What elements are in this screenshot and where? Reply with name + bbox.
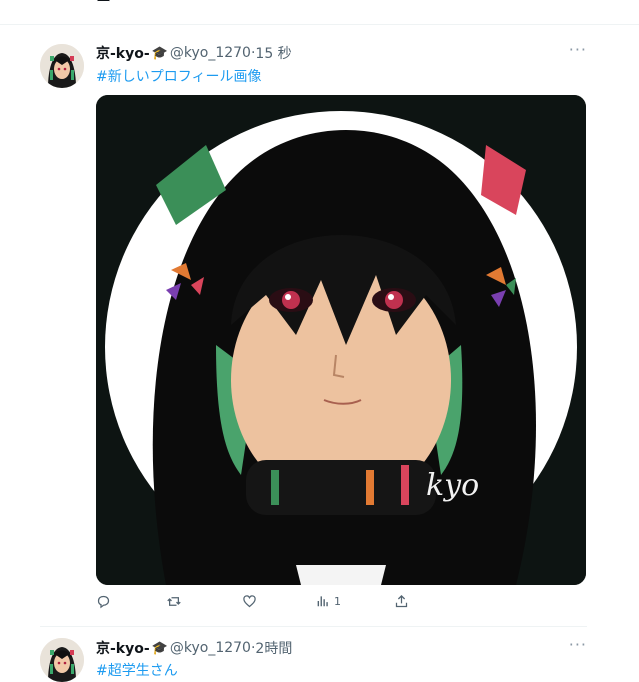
reply-icon — [97, 595, 110, 609]
share-icon — [395, 594, 408, 608]
tweet-actions: 1 — [96, 594, 416, 616]
reply-button[interactable] — [96, 594, 111, 609]
graduation-cap-icon: 🎓 — [151, 640, 168, 656]
display-name[interactable]: 京-kyo- — [96, 43, 150, 63]
hashtag-link[interactable]: #超学生さん — [96, 660, 178, 680]
user-handle[interactable]: @kyo_1270 — [170, 45, 251, 61]
user-handle[interactable]: @kyo_1270 — [170, 640, 251, 656]
more-options-icon[interactable]: ··· — [569, 635, 587, 654]
previous-tweet-fragment: ー — [96, 0, 112, 10]
tweet-divider — [0, 24, 639, 25]
artist-signature: kyo — [426, 468, 479, 503]
avatar[interactable] — [40, 44, 84, 88]
profile-illustration: kyo — [96, 95, 586, 585]
tweet-media-image[interactable]: kyo — [96, 95, 586, 585]
more-options-icon[interactable]: ··· — [569, 40, 587, 59]
like-button[interactable] — [242, 594, 257, 609]
avatar[interactable] — [40, 638, 84, 682]
timestamp[interactable]: 2時間 — [255, 638, 292, 658]
views-button[interactable]: 1 — [316, 594, 341, 608]
heart-icon — [243, 595, 256, 608]
display-name[interactable]: 京-kyo- — [96, 638, 150, 658]
retweet-icon — [167, 597, 181, 606]
views-count: 1 — [334, 594, 341, 608]
hashtag-link[interactable]: #新しいプロフィール画像 — [96, 66, 261, 86]
tweet-divider — [40, 626, 587, 627]
tweet-header: 京-kyo- 🎓 @kyo_1270 · 2時間 — [96, 638, 292, 658]
retweet-button[interactable] — [166, 594, 182, 609]
tweet-header: 京-kyo- 🎓 @kyo_1270 · 15 秒 — [96, 43, 292, 63]
graduation-cap-icon: 🎓 — [151, 45, 168, 61]
timestamp[interactable]: 15 秒 — [255, 43, 291, 63]
share-button[interactable] — [394, 594, 409, 609]
analytics-icon — [317, 596, 328, 607]
